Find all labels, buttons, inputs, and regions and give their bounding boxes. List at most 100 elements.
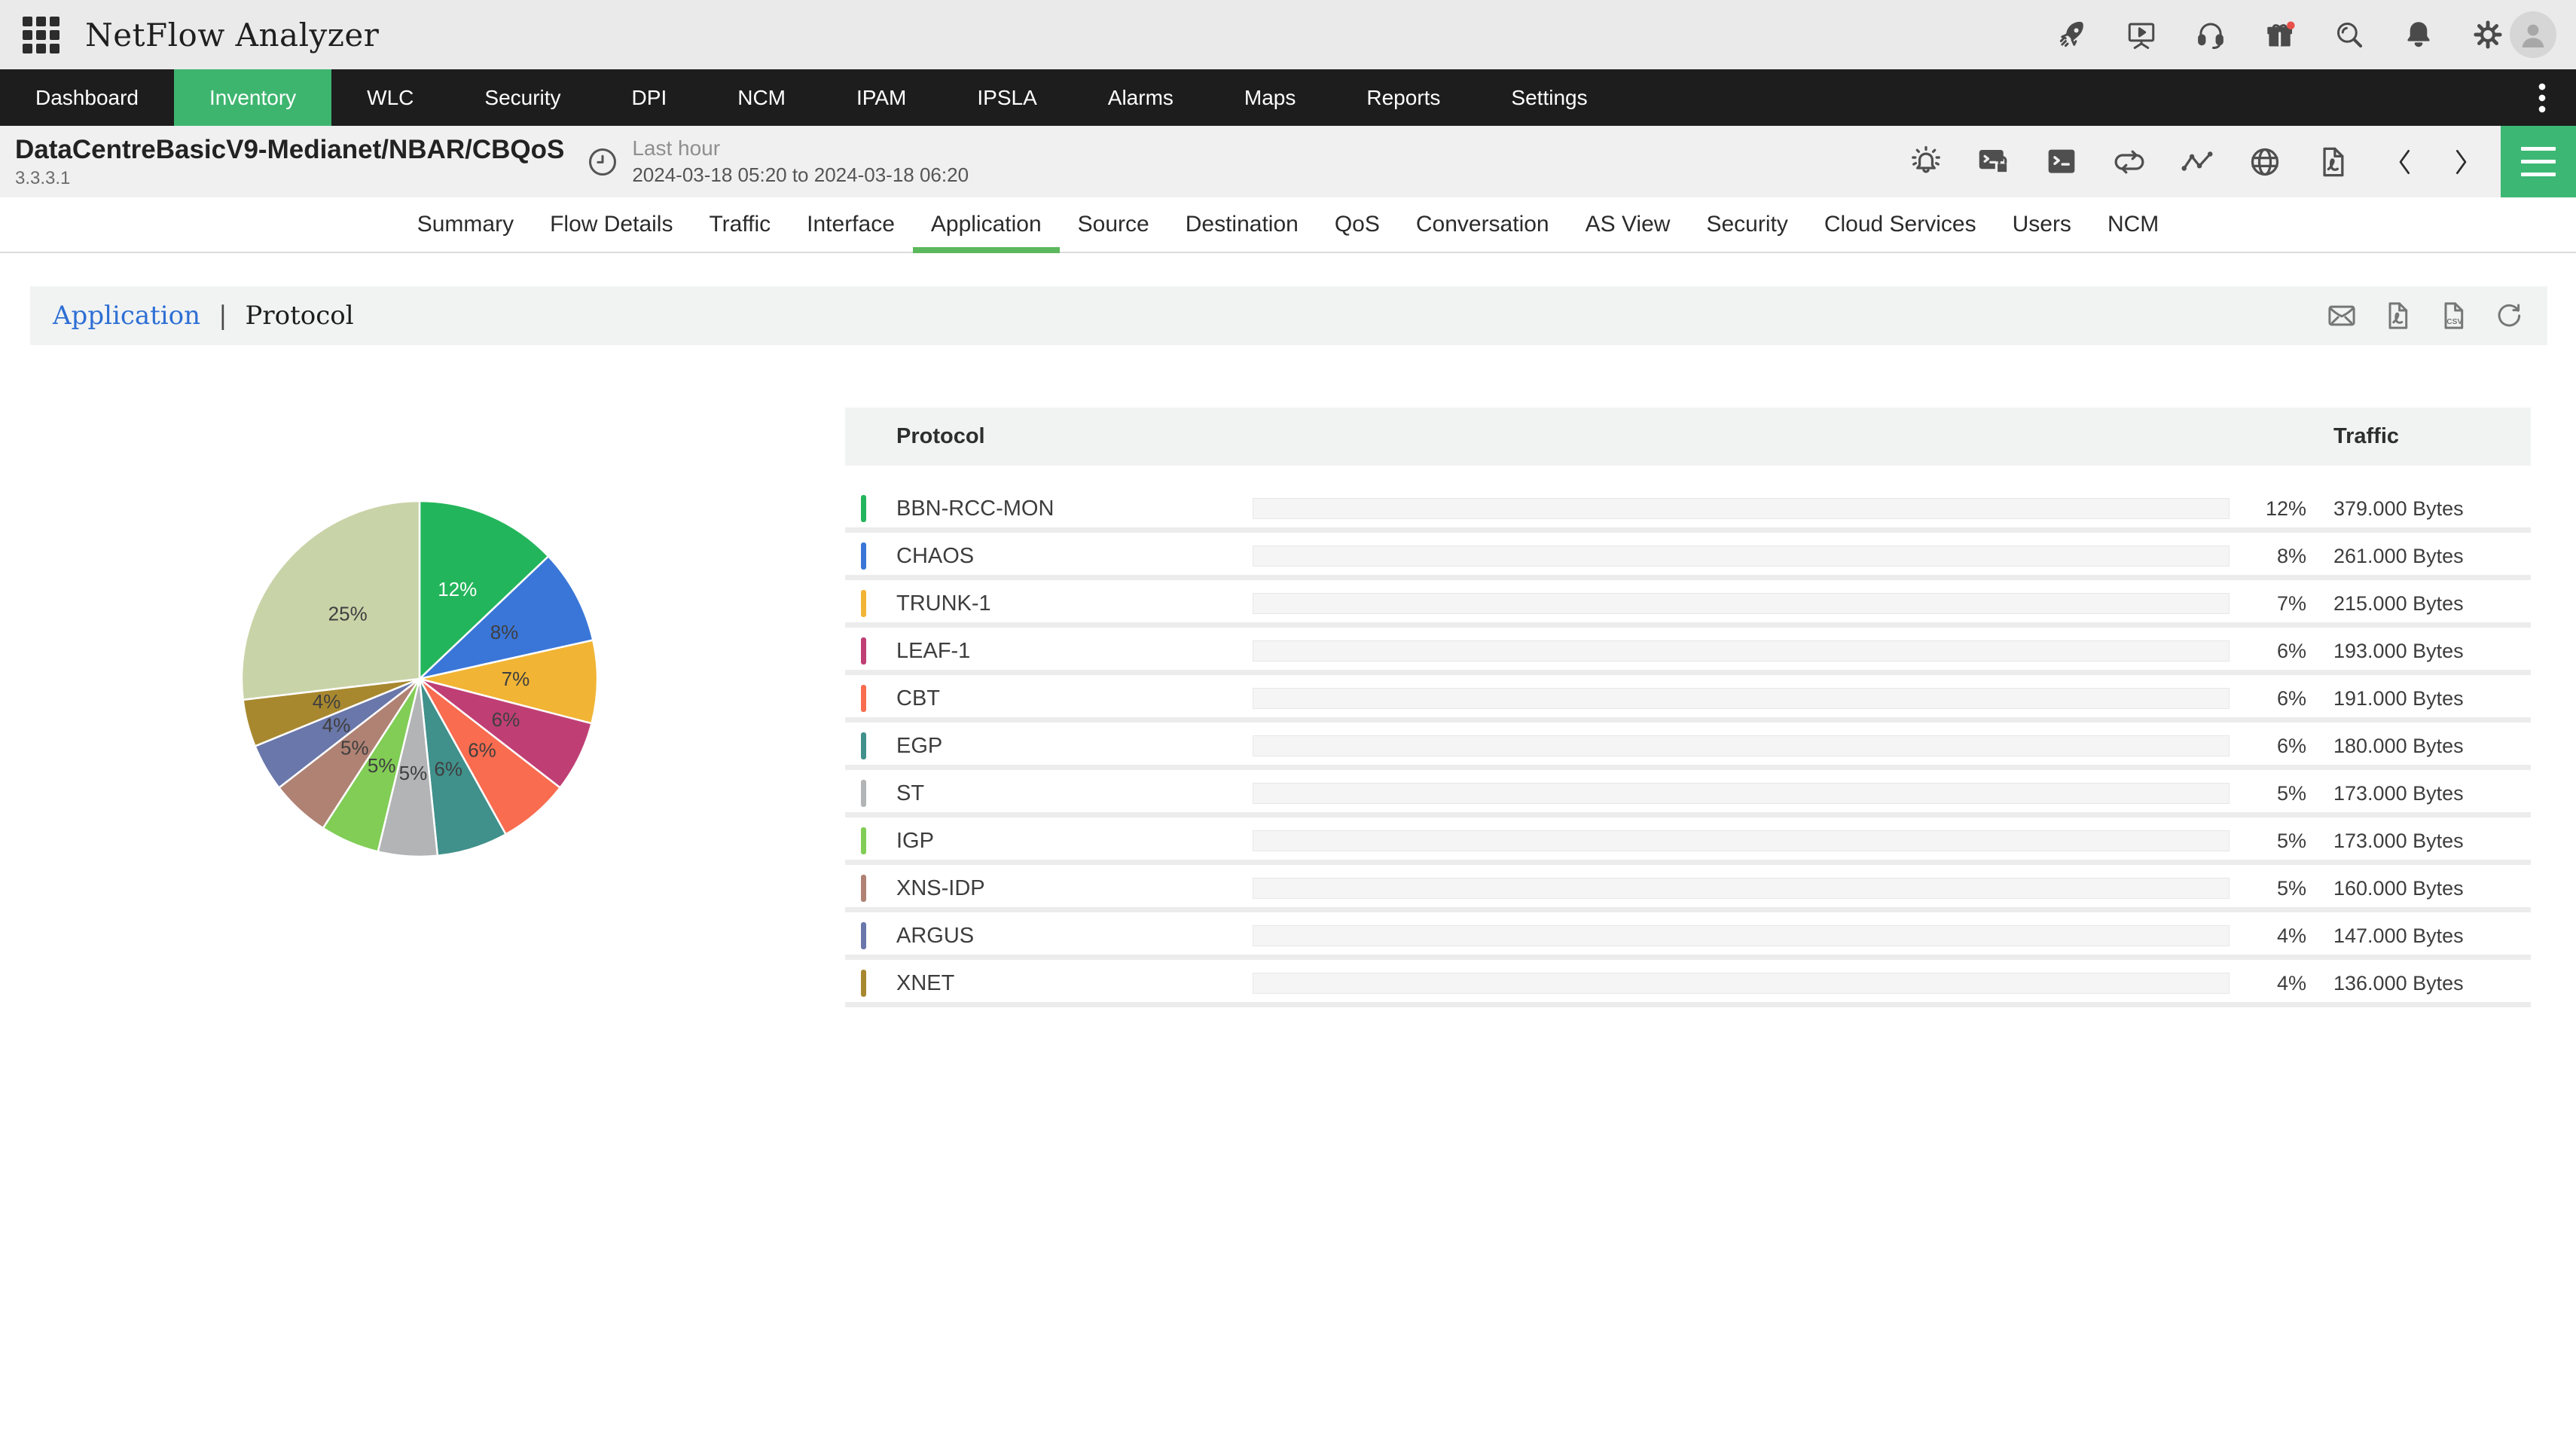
nav-item-inventory[interactable]: Inventory [174, 69, 331, 126]
nav-item-security[interactable]: Security [449, 69, 596, 126]
traffic-bar-track [1253, 498, 2230, 519]
traffic-bytes: 261.000 Bytes [2333, 533, 2464, 580]
settings-gear-icon[interactable] [2472, 19, 2504, 50]
nav-overflow-kebab-icon[interactable] [2508, 69, 2576, 126]
breadcrumb-category[interactable]: Application [53, 301, 200, 331]
protocol-name[interactable]: BBN-RCC-MON [896, 485, 1054, 533]
nav-item-dpi[interactable]: DPI [597, 69, 703, 126]
table-row[interactable]: ARGUS4%147.000 Bytes [845, 912, 2531, 960]
tab-as-view[interactable]: AS View [1567, 197, 1689, 252]
table-row[interactable]: IGP5%173.000 Bytes [845, 817, 2531, 865]
tab-traffic[interactable]: Traffic [691, 197, 789, 252]
traffic-bar-track [1253, 688, 2230, 709]
pdf-export-icon[interactable] [2382, 300, 2413, 332]
protocol-pie-chart[interactable]: 12%8%7%6%6%6%5%5%5%4%4%25% [241, 500, 598, 857]
table-row[interactable]: ST5%173.000 Bytes [845, 770, 2531, 817]
column-header-protocol[interactable]: Protocol [896, 408, 985, 466]
traffic-bar-track [1253, 925, 2230, 946]
nav-item-alarms[interactable]: Alarms [1073, 69, 1209, 126]
app-grid-icon[interactable] [23, 17, 60, 53]
pie-slice-label: 5% [340, 737, 369, 759]
table-row[interactable]: TRUNK-17%215.000 Bytes [845, 580, 2531, 628]
table-row[interactable]: BBN-RCC-MON12%379.000 Bytes [845, 485, 2531, 533]
protocol-name[interactable]: ST [896, 770, 924, 817]
protocol-color-bar [861, 542, 866, 570]
pie-slice-label: 6% [468, 739, 496, 762]
table-row[interactable]: EGP6%180.000 Bytes [845, 723, 2531, 770]
protocol-name[interactable]: XNS-IDP [896, 865, 985, 912]
tab-security[interactable]: Security [1688, 197, 1805, 252]
traffic-percent: 6% [2193, 675, 2306, 723]
prev-device-chevron-left-icon[interactable] [2392, 147, 2418, 177]
table-row[interactable]: XNS-IDP5%160.000 Bytes [845, 865, 2531, 912]
headset-icon[interactable] [2195, 19, 2227, 50]
traffic-percent: 5% [2193, 817, 2306, 865]
search-icon[interactable] [2333, 19, 2365, 50]
globe-icon[interactable] [2248, 145, 2282, 179]
tab-conversation[interactable]: Conversation [1398, 197, 1567, 252]
traffic-bar-track [1253, 545, 2230, 567]
tab-interface[interactable]: Interface [789, 197, 913, 252]
tab-destination[interactable]: Destination [1167, 197, 1317, 252]
tab-cloud-services[interactable]: Cloud Services [1806, 197, 1995, 252]
nav-item-settings[interactable]: Settings [1476, 69, 1622, 126]
protocol-name[interactable]: CBT [896, 675, 940, 723]
refresh-icon[interactable] [2493, 300, 2525, 332]
protocol-name[interactable]: ARGUS [896, 912, 974, 960]
tab-source[interactable]: Source [1060, 197, 1167, 252]
protocol-name[interactable]: CHAOS [896, 533, 974, 580]
tab-ncm[interactable]: NCM [2089, 197, 2177, 252]
tab-qos[interactable]: QoS [1317, 197, 1398, 252]
next-device-chevron-right-icon[interactable] [2448, 147, 2474, 177]
time-range: 2024-03-18 05:20 to 2024-03-18 06:20 [632, 163, 969, 187]
tab-application[interactable]: Application [913, 197, 1060, 252]
traffic-bytes: 180.000 Bytes [2333, 723, 2464, 770]
pie-slice-others[interactable] [242, 501, 420, 700]
email-icon[interactable] [2326, 300, 2358, 332]
traffic-bytes: 147.000 Bytes [2333, 912, 2464, 960]
nav-item-maps[interactable]: Maps [1209, 69, 1331, 126]
traffic-bytes: 215.000 Bytes [2333, 580, 2464, 628]
time-period-label[interactable]: Last hour [632, 136, 969, 160]
tab-summary[interactable]: Summary [399, 197, 532, 252]
top-bar: NetFlow Analyzer [0, 0, 2576, 69]
nav-item-dashboard[interactable]: Dashboard [0, 69, 174, 126]
traffic-bar-track [1253, 783, 2230, 804]
ssh-terminal-icon[interactable] [1976, 145, 2011, 179]
device-menu-button[interactable] [2501, 126, 2576, 197]
rocket-icon[interactable] [2056, 19, 2088, 50]
table-row[interactable]: LEAF-16%193.000 Bytes [845, 628, 2531, 675]
alarm-icon[interactable] [1909, 145, 1943, 179]
protocol-name[interactable]: IGP [896, 817, 934, 865]
table-row[interactable]: XNET4%136.000 Bytes [845, 960, 2531, 1007]
traffic-bytes: 193.000 Bytes [2333, 628, 2464, 675]
nav-item-reports[interactable]: Reports [1331, 69, 1476, 126]
nav-item-ipam[interactable]: IPAM [821, 69, 942, 126]
traffic-bar-track [1253, 878, 2230, 899]
traffic-percent: 12% [2193, 485, 2306, 533]
csv-export-icon[interactable]: CSV [2437, 300, 2469, 332]
table-row[interactable]: CHAOS8%261.000 Bytes [845, 533, 2531, 580]
protocol-name[interactable]: TRUNK-1 [896, 580, 991, 628]
clock-icon[interactable] [585, 145, 620, 179]
traffic-pulse-icon[interactable] [2180, 145, 2214, 179]
terminal-icon[interactable] [2044, 145, 2079, 179]
topbar-icons [2056, 19, 2504, 50]
user-avatar[interactable] [2510, 11, 2556, 58]
protocol-color-bar [861, 922, 866, 949]
nav-item-ipsla[interactable]: IPSLA [942, 69, 1072, 126]
notification-bell-icon[interactable] [2403, 19, 2434, 50]
nav-item-wlc[interactable]: WLC [331, 69, 449, 126]
protocol-name[interactable]: EGP [896, 723, 942, 770]
pdf-report-icon[interactable] [2315, 145, 2350, 179]
loop-icon[interactable] [2112, 145, 2147, 179]
tab-flow-details[interactable]: Flow Details [532, 197, 691, 252]
tab-users[interactable]: Users [1995, 197, 2089, 252]
table-row[interactable]: CBT6%191.000 Bytes [845, 675, 2531, 723]
demo-video-icon[interactable] [2126, 19, 2157, 50]
gift-icon[interactable] [2264, 19, 2296, 50]
column-header-traffic[interactable]: Traffic [2333, 408, 2399, 466]
protocol-name[interactable]: XNET [896, 960, 954, 1007]
protocol-name[interactable]: LEAF-1 [896, 628, 970, 675]
nav-item-ncm[interactable]: NCM [702, 69, 821, 126]
